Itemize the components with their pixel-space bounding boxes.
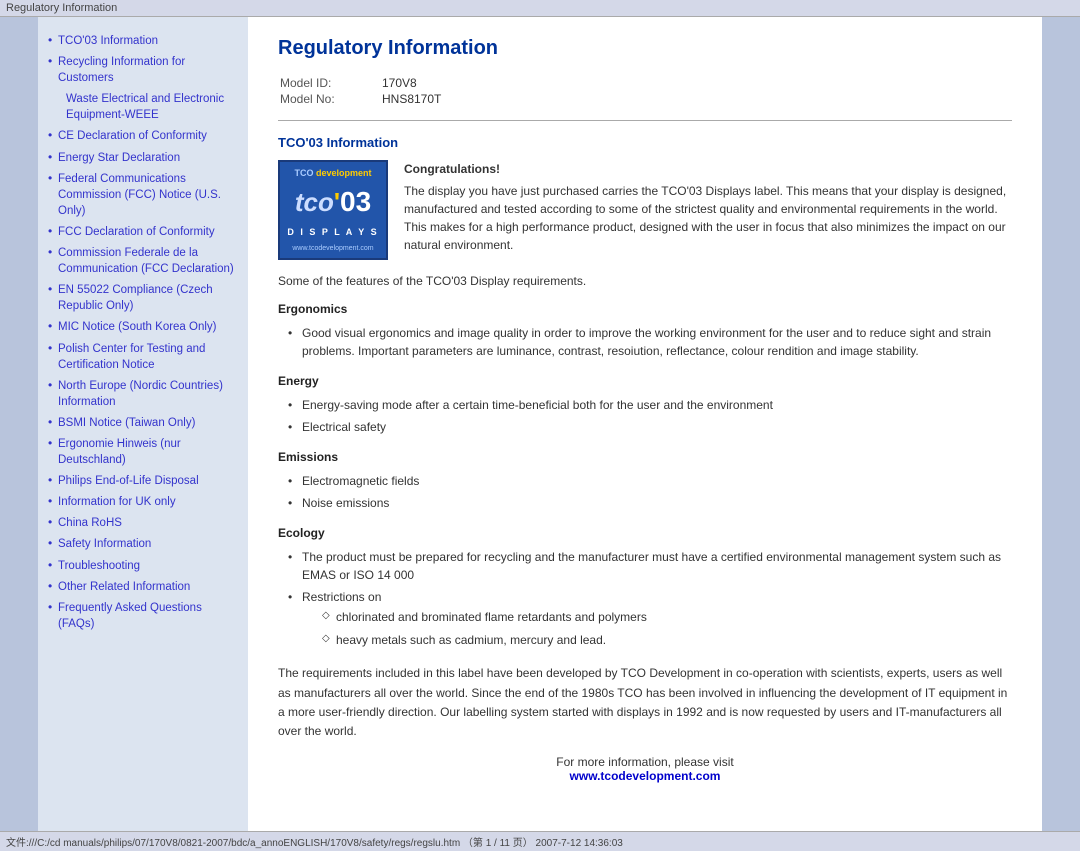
sidebar-link[interactable]: TCO'03 Information xyxy=(58,35,158,47)
sidebar-link[interactable]: MIC Notice (South Korea Only) xyxy=(58,321,217,333)
sidebar-link[interactable]: North Europe (Nordic Countries) Informat… xyxy=(58,380,223,408)
tco-section-heading: TCO'03 Information xyxy=(278,135,1012,150)
sidebar-link[interactable]: FCC Declaration of Conformity xyxy=(58,226,215,238)
tco-year: 03 xyxy=(340,186,371,217)
content-area: Regulatory Information Model ID: 170V8 M… xyxy=(248,17,1042,831)
sidebar-item: CE Declaration of Conformity xyxy=(48,128,238,144)
ergonomics-heading: Ergonomics xyxy=(278,302,1012,316)
sidebar-link[interactable]: EN 55022 Compliance (Czech Republic Only… xyxy=(58,284,213,312)
list-item: heavy metals such as cadmium, mercury an… xyxy=(322,631,1012,650)
list-item: Restrictions onchlorinated and brominate… xyxy=(288,588,1012,650)
sidebar-item: BSMI Notice (Taiwan Only) xyxy=(48,415,238,431)
sidebar-item: Information for UK only xyxy=(48,494,238,510)
ergonomics-list: Good visual ergonomics and image quality… xyxy=(278,324,1012,360)
list-item: Good visual ergonomics and image quality… xyxy=(288,324,1012,360)
sidebar-link[interactable]: Recycling Information for Customers xyxy=(58,56,185,84)
energy-heading: Energy xyxy=(278,374,1012,388)
sidebar-item: FCC Declaration of Conformity xyxy=(48,224,238,240)
tco-logo-url: www.tcodevelopment.com xyxy=(292,245,373,252)
sidebar-link[interactable]: Information for UK only xyxy=(58,496,176,508)
model-no-value: HNS8170T xyxy=(382,92,441,106)
tab-title: Regulatory Information xyxy=(6,2,117,14)
sidebar-item: EN 55022 Compliance (Czech Republic Only… xyxy=(48,282,238,314)
sidebar-link[interactable]: Polish Center for Testing and Certificat… xyxy=(58,343,205,371)
tco-logo-text: tco xyxy=(295,187,334,217)
sidebar-link[interactable]: Waste Electrical and Electronic Equipmen… xyxy=(66,93,224,121)
model-id-value: 170V8 xyxy=(382,76,441,90)
sidebar-nav-list: TCO'03 Information Recycling Information … xyxy=(48,33,238,632)
sidebar-link[interactable]: Ergonomie Hinweis (nur Deutschland) xyxy=(58,438,181,466)
sidebar-item: Philips End-of-Life Disposal xyxy=(48,473,238,489)
status-text: 文件:///C:/cd manuals/philips/07/170V8/082… xyxy=(6,838,623,849)
sidebar-link[interactable]: Commission Federale de la Communication … xyxy=(58,247,234,275)
sidebar-item: China RoHS xyxy=(48,515,238,531)
sidebar-item: Frequently Asked Questions (FAQs) xyxy=(48,600,238,632)
list-item: The product must be prepared for recycli… xyxy=(288,548,1012,584)
tco-box: TCO development tco'03 D I S P L A Y S w… xyxy=(278,160,1012,260)
sidebar-item: Recycling Information for Customers xyxy=(48,54,238,86)
sidebar-item: Commission Federale de la Communication … xyxy=(48,245,238,277)
sidebar-item: Ergonomie Hinweis (nur Deutschland) xyxy=(48,436,238,468)
sidebar-link[interactable]: Philips End-of-Life Disposal xyxy=(58,475,199,487)
congratulations-heading: Congratulations! xyxy=(404,160,1012,178)
tco-description: Congratulations! The display you have ju… xyxy=(404,160,1012,260)
divider xyxy=(278,120,1012,121)
model-no-row: Model No: HNS8170T xyxy=(280,92,441,106)
model-id-label: Model ID: xyxy=(280,76,380,90)
sidebar-link[interactable]: BSMI Notice (Taiwan Only) xyxy=(58,417,195,429)
main-layout: TCO'03 Information Recycling Information … xyxy=(0,17,1080,831)
final-text: The requirements included in this label … xyxy=(278,664,1012,741)
visit-link[interactable]: www.tcodevelopment.com xyxy=(278,769,1012,783)
emissions-heading: Emissions xyxy=(278,450,1012,464)
list-item: Electromagnetic fields xyxy=(288,472,1012,490)
sidebar-link[interactable]: Energy Star Declaration xyxy=(58,152,180,164)
sidebar-item: North Europe (Nordic Countries) Informat… xyxy=(48,378,238,410)
sidebar-link[interactable]: Troubleshooting xyxy=(58,560,140,572)
sidebar-link[interactable]: Safety Information xyxy=(58,538,151,550)
sidebar-item: Polish Center for Testing and Certificat… xyxy=(48,341,238,373)
congratulations-text: The display you have just purchased carr… xyxy=(404,184,1006,252)
sidebar-item: Federal Communications Commission (FCC) … xyxy=(48,171,238,219)
tco-logo-main: tco'03 xyxy=(295,186,371,218)
sidebar-link[interactable]: Frequently Asked Questions (FAQs) xyxy=(58,602,202,630)
energy-list: Energy-saving mode after a certain time-… xyxy=(278,396,1012,436)
sidebar-link[interactable]: CE Declaration of Conformity xyxy=(58,130,207,142)
navigation-sidebar: TCO'03 Information Recycling Information … xyxy=(38,17,248,831)
tco-logo: TCO development tco'03 D I S P L A Y S w… xyxy=(278,160,388,260)
model-no-label: Model No: xyxy=(280,92,380,106)
status-bar: 文件:///C:/cd manuals/philips/07/170V8/082… xyxy=(0,831,1080,851)
right-decorative-sidebar xyxy=(1042,17,1080,831)
sidebar-item: Other Related Information xyxy=(48,579,238,595)
sidebar-item: Troubleshooting xyxy=(48,558,238,574)
left-decorative-sidebar xyxy=(0,17,38,831)
ecology-heading: Ecology xyxy=(278,526,1012,540)
visit-text: For more information, please visit xyxy=(278,755,1012,769)
sidebar-item: MIC Notice (South Korea Only) xyxy=(48,319,238,335)
sidebar-item: Safety Information xyxy=(48,536,238,552)
list-item: Energy-saving mode after a certain time-… xyxy=(288,396,1012,414)
list-item: Noise emissions xyxy=(288,494,1012,512)
sidebar-link[interactable]: Other Related Information xyxy=(58,581,190,593)
list-item: Electrical safety xyxy=(288,418,1012,436)
sidebar-link[interactable]: China RoHS xyxy=(58,517,122,529)
some-features-text: Some of the features of the TCO'03 Displ… xyxy=(278,274,1012,288)
emissions-list: Electromagnetic fields Noise emissions xyxy=(278,472,1012,512)
sidebar-link[interactable]: Federal Communications Commission (FCC) … xyxy=(58,173,221,217)
model-info-table: Model ID: 170V8 Model No: HNS8170T xyxy=(278,74,443,108)
ecology-list: The product must be prepared for recycli… xyxy=(278,548,1012,650)
tco-logo-top: TCO development xyxy=(294,168,371,178)
model-id-row: Model ID: 170V8 xyxy=(280,76,441,90)
list-item: chlorinated and brominated flame retarda… xyxy=(322,608,1012,627)
sidebar-item: Energy Star Declaration xyxy=(48,150,238,166)
ecology-sub-list: chlorinated and brominated flame retarda… xyxy=(302,608,1012,650)
sidebar-item: TCO'03 Information xyxy=(48,33,238,49)
sidebar-item: Waste Electrical and Electronic Equipmen… xyxy=(48,91,238,123)
page-title: Regulatory Information xyxy=(278,37,1012,60)
browser-tab-bar: Regulatory Information xyxy=(0,0,1080,17)
tco-logo-displays: D I S P L A Y S xyxy=(287,227,378,237)
